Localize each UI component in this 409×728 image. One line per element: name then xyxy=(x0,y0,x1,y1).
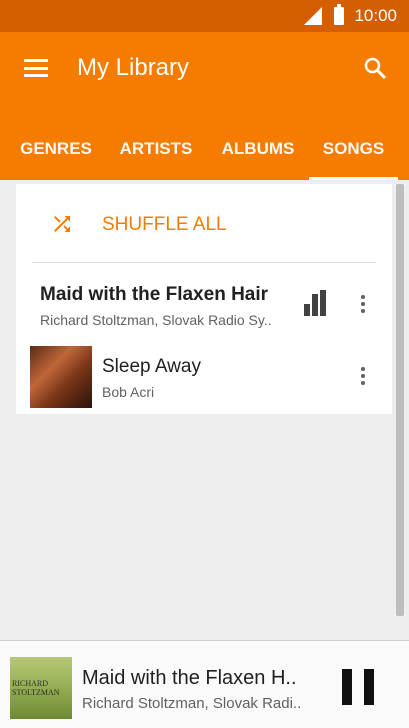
tab-genres[interactable]: GENRES xyxy=(12,132,100,180)
divider xyxy=(32,262,376,263)
song-title: Maid with the Flaxen Hair xyxy=(40,284,269,305)
song-title: Sleep Away xyxy=(102,356,201,377)
equalizer-icon xyxy=(304,290,332,316)
now-playing-bar[interactable]: RICHARD STOLTZMAN Maid with the Flaxen H… xyxy=(0,640,409,728)
tab-artists[interactable]: ARTISTS xyxy=(110,132,202,180)
song-artist: Richard Stoltzman, Slovak Radio Sy.. xyxy=(40,312,272,328)
app-bar: My Library GENRES ARTISTS ALBUMS SONGS xyxy=(0,32,409,180)
now-playing-title: Maid with the Flaxen H.. xyxy=(82,667,297,689)
clock: 10:00 xyxy=(354,6,397,25)
shuffle-all-button[interactable]: SHUFFLE ALL xyxy=(16,184,392,262)
now-playing-artist: Richard Stoltzman, Slovak Radi.. xyxy=(82,695,302,712)
search-icon[interactable] xyxy=(363,56,387,80)
song-artist: Bob Acri xyxy=(102,384,155,400)
menu-icon[interactable] xyxy=(24,59,48,77)
page-title: My Library xyxy=(77,54,190,81)
list-item[interactable]: Maid with the Flaxen Hair Richard Stoltz… xyxy=(16,270,392,340)
signal-icon xyxy=(304,7,323,25)
more-vert-icon[interactable] xyxy=(356,292,370,316)
shuffle-all-label: SHUFFLE ALL xyxy=(102,214,227,235)
scrollbar[interactable] xyxy=(396,184,404,616)
status-bar: 10:00 xyxy=(0,0,409,32)
tab-albums[interactable]: ALBUMS xyxy=(212,132,304,180)
pause-icon[interactable] xyxy=(342,669,374,705)
tab-bar: GENRES ARTISTS ALBUMS SONGS xyxy=(0,132,409,180)
shuffle-icon xyxy=(54,216,70,232)
list-item[interactable]: Sleep Away Bob Acri xyxy=(16,342,392,412)
now-playing-album-art: RICHARD STOLTZMAN xyxy=(10,657,72,719)
more-vert-icon[interactable] xyxy=(356,364,370,388)
tab-songs[interactable]: SONGS xyxy=(309,132,398,180)
album-art xyxy=(30,346,92,408)
album-art-text: RICHARD STOLTZMAN xyxy=(12,679,60,697)
toolbar: My Library xyxy=(0,32,409,104)
song-list-card: SHUFFLE ALL Maid with the Flaxen Hair Ri… xyxy=(16,184,392,414)
battery-icon xyxy=(334,4,345,25)
